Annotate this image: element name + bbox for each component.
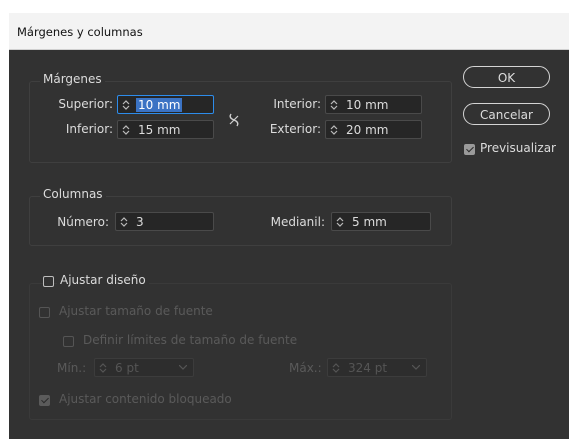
cancel-button[interactable]: Cancelar <box>463 103 550 125</box>
max-font-size-select[interactable]: 324 pt <box>327 358 427 377</box>
preview-label[interactable]: Previsualizar <box>480 141 556 155</box>
bottom-label: Inferior: <box>65 122 113 136</box>
outside-margin-value: 20 mm <box>346 123 389 137</box>
ok-button[interactable]: OK <box>463 66 550 88</box>
spinner-icon[interactable] <box>329 123 339 137</box>
number-label: Número: <box>57 215 109 229</box>
adjust-layout-checkbox[interactable] <box>43 276 54 287</box>
spinner-icon[interactable] <box>121 123 131 137</box>
adjust-layout-label[interactable]: Ajustar diseño <box>57 273 149 287</box>
dialog-body: Márgenes Superior: 10 mm Inferior: 15 mm… <box>9 50 569 439</box>
outside-margin-input[interactable]: 20 mm <box>325 120 422 139</box>
title-bar: Márgenes y columnas <box>9 13 569 50</box>
link-chain-icon[interactable] <box>227 112 241 128</box>
columns-number-input[interactable]: 3 <box>115 212 214 231</box>
spinner-icon[interactable] <box>331 361 341 375</box>
outside-label: Exterior: <box>269 122 321 136</box>
spinner-icon[interactable] <box>329 98 339 112</box>
dialog-title: Márgenes y columnas <box>17 25 143 39</box>
adjust-font-size-checkbox[interactable] <box>39 307 50 318</box>
inside-margin-value: 10 mm <box>346 98 389 112</box>
spinner-icon[interactable] <box>121 98 131 112</box>
spinner-icon[interactable] <box>119 215 129 229</box>
adjust-locked-content-checkbox[interactable] <box>39 395 50 406</box>
chevron-down-icon[interactable] <box>179 365 187 370</box>
columns-number-value: 3 <box>136 215 144 229</box>
gutter-input[interactable]: 5 mm <box>331 212 431 231</box>
top-margin-input[interactable]: 10 mm <box>117 95 214 114</box>
bottom-margin-input[interactable]: 15 mm <box>117 120 214 139</box>
margins-columns-dialog: Márgenes y columnas Márgenes Superior: 1… <box>9 13 569 439</box>
spinner-icon[interactable] <box>335 215 345 229</box>
gutter-label: Medianil: <box>270 215 325 229</box>
bottom-margin-value: 15 mm <box>138 123 181 137</box>
max-font-size-value: 324 pt <box>348 361 388 375</box>
gutter-value: 5 mm <box>352 215 387 229</box>
top-margin-value: 10 mm <box>136 98 183 112</box>
inside-label: Interior: <box>273 97 321 111</box>
inside-margin-input[interactable]: 10 mm <box>325 95 422 114</box>
columns-legend: Columnas <box>40 187 106 201</box>
spinner-icon[interactable] <box>98 361 108 375</box>
font-size-limits-label: Definir límites de tamaño de fuente <box>83 333 298 347</box>
top-label: Superior: <box>58 97 113 111</box>
min-label: Mín.: <box>57 361 87 375</box>
chevron-down-icon[interactable] <box>412 365 420 370</box>
adjust-font-size-label: Ajustar tamaño de fuente <box>59 304 213 318</box>
font-size-limits-checkbox[interactable] <box>63 336 74 347</box>
min-font-size-value: 6 pt <box>115 361 139 375</box>
max-label: Máx.: <box>289 361 322 375</box>
margins-legend: Márgenes <box>40 72 105 86</box>
adjust-locked-content-label: Ajustar contenido bloqueado <box>59 392 232 406</box>
preview-checkbox[interactable] <box>464 144 475 155</box>
min-font-size-select[interactable]: 6 pt <box>94 358 194 377</box>
background-left <box>0 0 9 439</box>
background-top <box>0 0 569 13</box>
